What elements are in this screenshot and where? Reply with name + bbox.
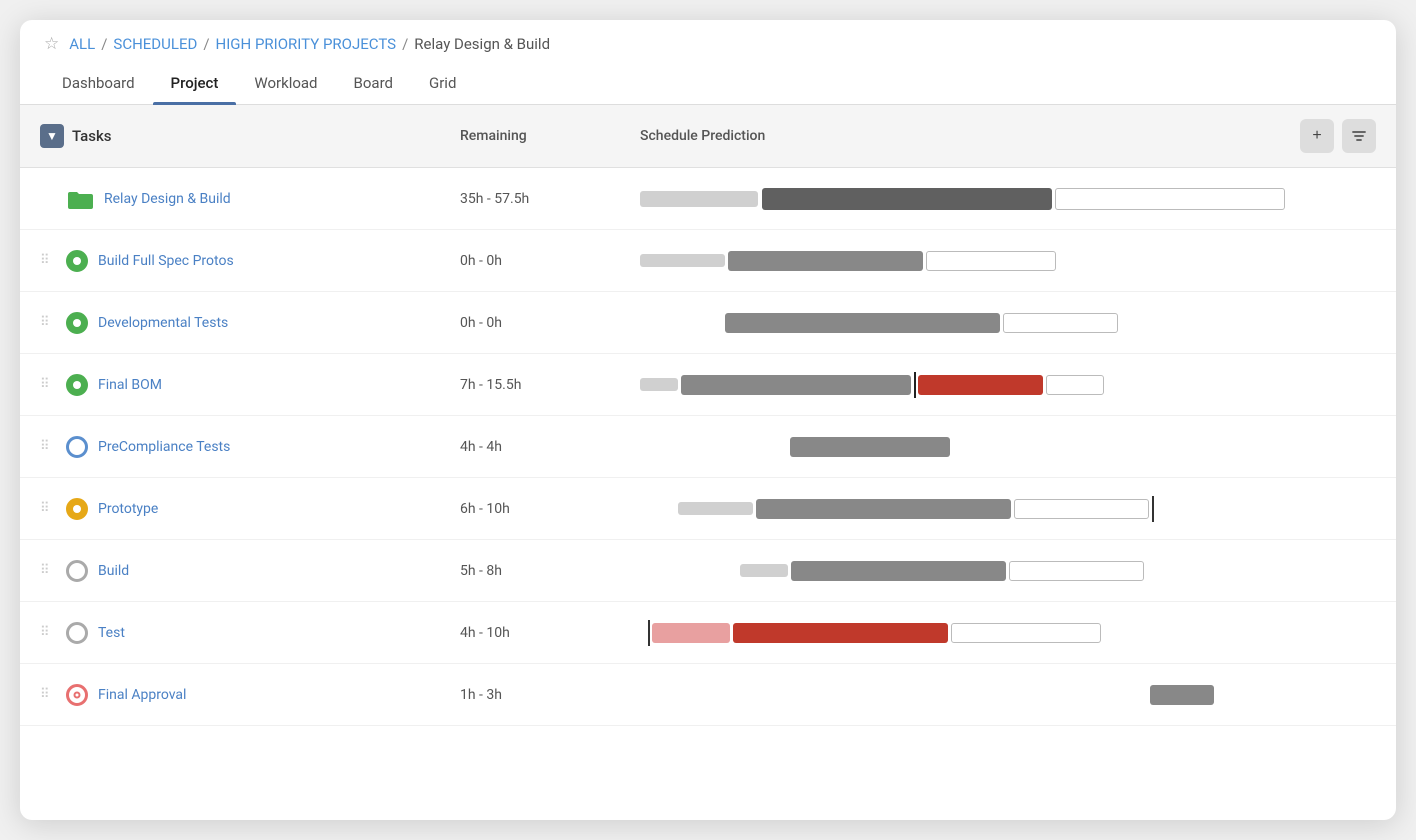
task-cell: ⠿ Final Approval <box>40 684 460 706</box>
task-cell: ⠿ Test <box>40 622 460 644</box>
status-icon <box>66 436 88 458</box>
task-name-final-bom[interactable]: Final BOM <box>98 377 162 393</box>
bar-group <box>640 437 1376 457</box>
drag-handle[interactable]: ⠿ <box>40 563 56 578</box>
task-cell: ⠿ Build Full Spec Protos <box>40 250 460 272</box>
remaining-cell: 6h - 10h <box>460 501 640 517</box>
schedule-cell <box>640 433 1376 461</box>
bar-group <box>640 187 1376 211</box>
schedule-cell <box>640 247 1376 275</box>
tab-project[interactable]: Project <box>153 64 237 104</box>
remaining-cell: 0h - 0h <box>460 253 640 269</box>
task-name-build-full-spec[interactable]: Build Full Spec Protos <box>98 253 234 269</box>
remaining-cell: 5h - 8h <box>460 563 640 579</box>
breadcrumb-current: Relay Design & Build <box>414 35 550 53</box>
task-name-prototype[interactable]: Prototype <box>98 501 158 517</box>
tasks-toggle-button[interactable]: ▼ <box>40 124 64 148</box>
remaining-cell: 35h - 57.5h <box>460 191 640 207</box>
folder-icon <box>66 188 94 210</box>
header-actions: + <box>1300 119 1376 153</box>
breadcrumb: ☆ ALL / SCHEDULED / HIGH PRIORITY PROJEC… <box>20 20 1396 64</box>
table-row: ⠿ Final BOM 7h - 15.5h <box>20 354 1396 416</box>
drag-handle[interactable]: ⠿ <box>40 377 56 392</box>
table-row: ⠿ Prototype 6h - 10h <box>20 478 1396 540</box>
bar-group <box>640 623 1376 643</box>
add-button[interactable]: + <box>1300 119 1334 153</box>
breadcrumb-sep-2: / <box>203 35 209 53</box>
task-name-dev-tests[interactable]: Developmental Tests <box>98 315 228 331</box>
remaining-cell: 1h - 3h <box>460 687 640 703</box>
schedule-cell-relay <box>640 185 1376 213</box>
table-header: ▼ Tasks Remaining Schedule Prediction + <box>20 105 1396 168</box>
table-row: ⠿ PreCompliance Tests 4h - 4h <box>20 416 1396 478</box>
breadcrumb-high-priority[interactable]: HIGH PRIORITY PROJECTS <box>216 35 397 53</box>
tasks-label: Tasks <box>72 127 112 145</box>
drag-handle[interactable]: ⠿ <box>40 253 56 268</box>
task-cell: ⠿ Final BOM <box>40 374 460 396</box>
remaining-column-header: Remaining <box>460 128 640 144</box>
task-name-relay[interactable]: Relay Design & Build <box>104 191 231 207</box>
task-cell: ⠿ Build <box>40 560 460 582</box>
remaining-cell: 7h - 15.5h <box>460 377 640 393</box>
tab-dashboard[interactable]: Dashboard <box>44 64 153 104</box>
drag-handle[interactable]: ⠿ <box>40 687 56 702</box>
bar-group <box>640 375 1376 395</box>
tab-workload[interactable]: Workload <box>236 64 335 104</box>
bar-group <box>640 313 1376 333</box>
bar-group <box>640 685 1376 705</box>
tab-grid[interactable]: Grid <box>411 64 474 104</box>
schedule-cell <box>640 495 1376 523</box>
task-name-final-approval[interactable]: Final Approval <box>98 687 186 703</box>
status-icon <box>66 312 88 334</box>
drag-handle[interactable]: ⠿ <box>40 501 56 516</box>
status-icon <box>66 374 88 396</box>
table-row: ⠿ Build 5h - 8h <box>20 540 1396 602</box>
breadcrumb-scheduled[interactable]: SCHEDULED <box>113 35 197 53</box>
schedule-cell <box>640 371 1376 399</box>
table-row: Relay Design & Build 35h - 57.5h <box>20 168 1396 230</box>
tab-bar: Dashboard Project Workload Board Grid <box>20 64 1396 105</box>
bar-group <box>640 251 1376 271</box>
status-icon <box>66 560 88 582</box>
breadcrumb-all[interactable]: ALL <box>69 35 95 53</box>
task-cell: ⠿ Prototype <box>40 498 460 520</box>
task-name-build[interactable]: Build <box>98 563 129 579</box>
schedule-column-header: Schedule Prediction <box>640 128 1300 144</box>
status-icon <box>66 622 88 644</box>
task-cell: ⠿ Developmental Tests <box>40 312 460 334</box>
drag-handle[interactable]: ⠿ <box>40 625 56 640</box>
status-icon <box>66 684 88 706</box>
drag-handle[interactable]: ⠿ <box>40 315 56 330</box>
table-row: ⠿ Developmental Tests 0h - 0h <box>20 292 1396 354</box>
tasks-column-header: ▼ Tasks <box>40 124 460 148</box>
bar-group <box>640 499 1376 519</box>
app-window: ☆ ALL / SCHEDULED / HIGH PRIORITY PROJEC… <box>20 20 1396 820</box>
remaining-cell: 4h - 10h <box>460 625 640 641</box>
table-row: ⠿ Test 4h - 10h <box>20 602 1396 664</box>
breadcrumb-sep-1: / <box>101 35 107 53</box>
filter-button[interactable] <box>1342 119 1376 153</box>
star-icon[interactable]: ☆ <box>44 34 59 54</box>
drag-handle[interactable]: ⠿ <box>40 439 56 454</box>
status-icon <box>66 250 88 272</box>
breadcrumb-sep-3: / <box>402 35 408 53</box>
tab-board[interactable]: Board <box>336 64 411 104</box>
table-row: ⠿ Build Full Spec Protos 0h - 0h <box>20 230 1396 292</box>
status-icon <box>66 498 88 520</box>
task-cell: ⠿ PreCompliance Tests <box>40 436 460 458</box>
main-content: ▼ Tasks Remaining Schedule Prediction + <box>20 105 1396 726</box>
task-cell: Relay Design & Build <box>40 188 460 210</box>
bar-group <box>640 561 1376 581</box>
schedule-cell <box>640 309 1376 337</box>
schedule-cell <box>640 619 1376 647</box>
task-name-test[interactable]: Test <box>98 625 125 641</box>
table-row: ⠿ Final Approval 1h - 3h <box>20 664 1396 726</box>
remaining-cell: 0h - 0h <box>460 315 640 331</box>
remaining-cell: 4h - 4h <box>460 439 640 455</box>
task-name-precompliance[interactable]: PreCompliance Tests <box>98 439 230 455</box>
schedule-cell <box>640 557 1376 585</box>
schedule-cell <box>640 681 1376 709</box>
